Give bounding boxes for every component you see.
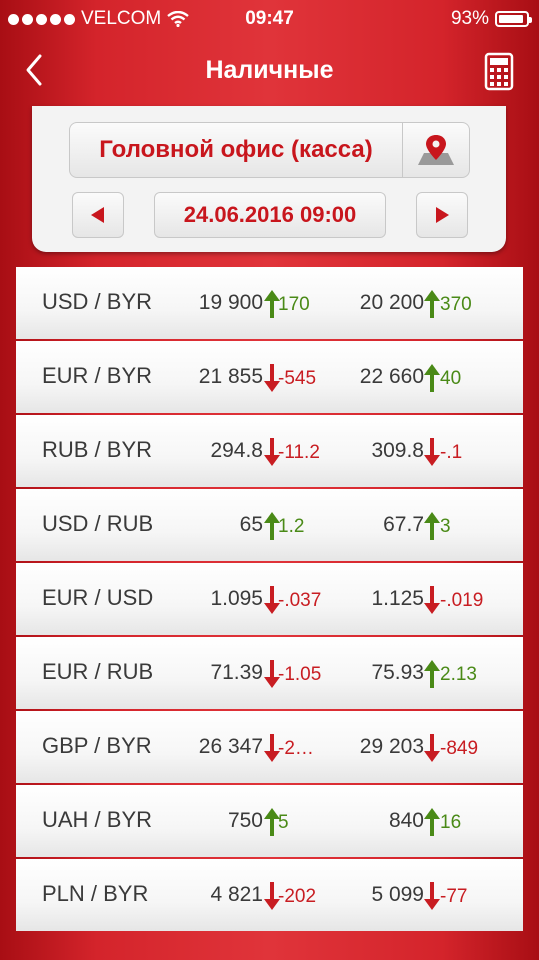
date-row: 24.06.2016 09:00 — [72, 192, 468, 240]
status-bar: VELCOM 09:47 93% — [0, 0, 539, 38]
rate-row[interactable]: USD / RUB 65 1.2 67.7 3 — [16, 489, 523, 561]
sell-rate: 840 — [388, 809, 424, 832]
buy-change: -2… — [278, 738, 314, 759]
currency-pair: EUR / USD — [42, 585, 154, 610]
arrow-up-icon — [424, 808, 440, 836]
rate-row[interactable]: UAH / BYR 750 5 840 16 — [16, 785, 523, 857]
office-panel: Головной офис (касса) 24.06.2016 09:00 — [32, 106, 506, 252]
buy-rate: 21 855 — [198, 365, 263, 388]
office-selector[interactable]: Головной офис (касса) — [69, 122, 470, 178]
battery-percent: 93% — [450, 8, 489, 29]
sell-rate: 5 099 — [371, 883, 424, 906]
battery-fill — [499, 15, 524, 23]
buy-rate: 71.39 — [210, 661, 263, 684]
rate-row[interactable]: EUR / RUB 71.39 -1.05 75.93 2.13 — [16, 637, 523, 709]
rate-row[interactable]: EUR / USD 1.095 -.037 1.125 -.019 — [16, 563, 523, 635]
arrow-up-icon — [424, 660, 440, 688]
office-name[interactable]: Головной офис (касса) — [70, 123, 403, 177]
sell-rate: 20 200 — [359, 291, 424, 314]
sell-change: -.1 — [440, 442, 463, 463]
buy-change: -545 — [278, 368, 317, 389]
rate-row[interactable]: GBP / BYR 26 347 -2… 29 203 -849 — [16, 711, 523, 783]
buy-change: -.037 — [278, 590, 322, 611]
arrow-down-icon — [424, 438, 440, 466]
next-date-button[interactable] — [416, 192, 468, 238]
currency-pair: USD / BYR — [42, 289, 153, 314]
rate-row[interactable]: PLN / BYR 4 821 -202 5 099 -77 — [16, 859, 523, 931]
currency-pair: RUB / BYR — [42, 437, 153, 462]
arrow-up-icon — [424, 364, 440, 392]
sell-change: 2.13 — [440, 664, 477, 685]
buy-rate: 1.095 — [210, 587, 263, 610]
buy-change: -1.05 — [278, 664, 322, 685]
battery-icon — [495, 11, 532, 27]
map-pin-icon — [418, 135, 454, 165]
map-pin-button[interactable] — [403, 123, 469, 177]
currency-pair: USD / RUB — [42, 511, 154, 536]
calculator-icon — [484, 52, 514, 91]
calculator-button[interactable] — [483, 52, 515, 92]
sell-change: 40 — [440, 368, 462, 389]
sell-rate: 309.8 — [371, 439, 424, 462]
sell-change: -77 — [440, 886, 468, 907]
buy-rate: 294.8 — [210, 439, 263, 462]
sell-change: 370 — [440, 294, 472, 315]
sell-change: -.019 — [440, 590, 484, 611]
sell-change: 16 — [440, 812, 462, 833]
nav-bar: Наличные — [0, 38, 539, 104]
rate-row[interactable]: RUB / BYR 294.8 -11.2 309.8 -.1 — [16, 415, 523, 487]
sell-rate: 1.125 — [371, 587, 424, 610]
currency-pair: EUR / RUB — [42, 659, 154, 684]
arrow-down-icon — [424, 734, 440, 762]
sell-rate: 75.93 — [371, 661, 424, 684]
rates-table: USD / BYR 19 900 170 20 200 370 EUR / BYR 21 8… — [16, 267, 523, 933]
buy-change: 1.2 — [278, 516, 305, 537]
sell-change: -849 — [440, 738, 479, 759]
date-selector[interactable]: 24.06.2016 09:00 — [154, 192, 386, 238]
currency-pair: UAH / BYR — [42, 807, 153, 832]
page-title: Наличные — [205, 56, 334, 84]
sell-rate: 29 203 — [359, 735, 424, 758]
arrow-up-icon — [424, 290, 440, 318]
sell-change: 3 — [440, 516, 451, 537]
buy-change: 170 — [278, 294, 310, 315]
currency-pair: GBP / BYR — [42, 733, 152, 758]
rate-row[interactable]: USD / BYR 19 900 170 20 200 370 — [16, 267, 523, 339]
buy-rate: 750 — [227, 809, 263, 832]
currency-pair: PLN / BYR — [42, 881, 149, 906]
status-right: 93% — [450, 8, 532, 30]
sell-rate: 22 660 — [359, 365, 424, 388]
buy-rate: 26 347 — [198, 735, 263, 758]
rate-row[interactable]: EUR / BYR 21 855 -545 22 660 40 — [16, 341, 523, 413]
buy-rate: 65 — [239, 513, 263, 536]
buy-rate: 19 900 — [198, 291, 263, 314]
triangle-right-icon — [436, 207, 449, 223]
buy-change: -202 — [278, 886, 317, 907]
sell-rate: 67.7 — [383, 513, 424, 536]
buy-change: -11.2 — [278, 442, 320, 463]
prev-date-button[interactable] — [72, 192, 124, 238]
arrow-up-icon — [424, 512, 440, 540]
triangle-left-icon — [91, 207, 104, 223]
buy-rate: 4 821 — [210, 883, 263, 906]
buy-change: 5 — [278, 812, 289, 833]
currency-pair: EUR / BYR — [42, 363, 153, 388]
arrow-down-icon — [424, 882, 440, 910]
arrow-down-icon — [424, 586, 440, 614]
